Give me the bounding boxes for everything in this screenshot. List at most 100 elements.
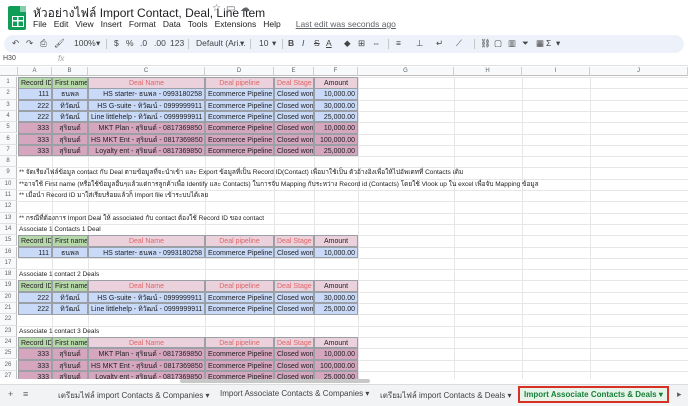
filter-icon[interactable]: ⏷	[522, 38, 529, 49]
table-cell[interactable]: 222	[18, 110, 52, 123]
add-sheet-icon[interactable]: +	[8, 389, 13, 399]
menu-tools[interactable]: Tools	[188, 19, 208, 29]
italic-icon[interactable]: I	[302, 38, 304, 48]
strikethrough-icon[interactable]: S	[314, 38, 320, 48]
table-cell[interactable]: สุริยนต์	[52, 370, 88, 379]
star-icon[interactable]: ☆	[212, 3, 221, 14]
table-cell[interactable]: Closed won	[274, 303, 314, 315]
sheet-grid[interactable]: A B C D E F G H I J 1 2 3 4 5 6 7 8 9 10 11 12 13 14 15 16 17 18 19 2…	[0, 67, 688, 379]
table-cell[interactable]: Ecommerce Pipeline	[205, 122, 274, 134]
sheet-tab-4[interactable]: Import Associate Contacts & Deals ▾	[518, 386, 669, 403]
table-cell[interactable]: 333	[18, 144, 52, 157]
increase-decimal-button[interactable]: .00	[154, 38, 166, 48]
table-cell[interactable]: 10,000.00	[314, 88, 358, 100]
row-header[interactable]: 21	[0, 303, 17, 315]
paint-format-icon[interactable]: 🖌	[54, 38, 65, 49]
table-cell[interactable]: HS MKT Ent - สุริยนต์ - 0817369850	[88, 133, 205, 145]
table-cell[interactable]: 100,000.00	[314, 133, 358, 145]
column-header-a[interactable]: A	[18, 67, 52, 76]
row-header[interactable]: 11	[0, 190, 17, 202]
sheet-tab-2[interactable]: Import Associate Contacts & Companies ▾	[220, 389, 369, 398]
fill-color-icon[interactable]: ◆	[344, 38, 351, 49]
row-header[interactable]: 19	[0, 280, 17, 292]
row-header[interactable]: 20	[0, 291, 17, 303]
table-cell[interactable]: Ecommerce Pipeline	[205, 246, 274, 258]
table-cell[interactable]: 111	[18, 246, 52, 258]
font-select[interactable]: Default (Ari...	[196, 38, 246, 48]
last-edit-link[interactable]: Last edit was seconds ago	[296, 19, 396, 29]
borders-icon[interactable]: ⊞	[358, 38, 365, 49]
row-header[interactable]: 6	[0, 133, 17, 145]
chart-icon[interactable]: ▥	[508, 38, 516, 49]
row-header[interactable]: 2	[0, 88, 17, 100]
row-header[interactable]: 10	[0, 178, 17, 190]
table-cell[interactable]: 25,000.00	[314, 303, 358, 315]
table-cell[interactable]: Ecommerce Pipeline	[205, 88, 274, 100]
table-cell[interactable]: Loyalty ent - สุริยนต์ - 0817369850	[88, 144, 205, 157]
table-cell[interactable]: Ecommerce Pipeline	[205, 99, 274, 112]
text-color-icon[interactable]: A	[326, 38, 332, 48]
row-header[interactable]: 24	[0, 336, 17, 349]
cloud-icon[interactable]: ☁	[240, 3, 250, 14]
menu-file[interactable]: File	[33, 19, 47, 29]
table-cell[interactable]: 10,000.00	[314, 348, 358, 360]
horizontal-scrollbar[interactable]	[180, 379, 370, 383]
percent-button[interactable]: %	[126, 38, 134, 48]
table-cell[interactable]: 333	[18, 122, 52, 134]
row-header[interactable]: 7	[0, 144, 17, 157]
functions-icon[interactable]: Σ	[546, 38, 551, 48]
column-header-i[interactable]: I	[522, 67, 590, 76]
link-icon[interactable]: ⛓	[480, 38, 491, 49]
menu-format[interactable]: Format	[129, 19, 156, 29]
table-cell[interactable]: Closed won	[274, 99, 314, 112]
table-cell[interactable]: 222	[18, 99, 52, 112]
table-cell[interactable]: Ecommerce Pipeline	[205, 110, 274, 123]
sheets-logo-icon[interactable]	[8, 6, 26, 30]
sheet-tab-3[interactable]: เตรียมไฟล์ import Contacts & Deals ▾	[380, 389, 512, 402]
table-cell[interactable]: 333	[18, 359, 52, 371]
table-cell[interactable]: MKT Plan - สุริยนต์ - 0817369850	[88, 122, 205, 134]
align-horizontal-icon[interactable]: ≡	[396, 38, 401, 48]
row-header[interactable]: 9	[0, 167, 17, 179]
row-header[interactable]: 17	[0, 257, 17, 270]
row-header[interactable]: 5	[0, 122, 17, 134]
table-cell[interactable]: HS G-suite - ทิวัฒน์ - 0999999911	[88, 99, 205, 112]
menu-help[interactable]: Help	[263, 19, 280, 29]
table-cell[interactable]: Closed won	[274, 348, 314, 360]
table-cell[interactable]: 333	[18, 133, 52, 145]
name-box[interactable]: H30	[3, 55, 43, 62]
table-cell[interactable]: 333	[18, 370, 52, 379]
table-cell[interactable]: 10,000.00	[314, 122, 358, 134]
row-header[interactable]: 16	[0, 246, 17, 258]
table-cell[interactable]: ทิวัฒน์	[52, 291, 88, 304]
table-cell[interactable]: HS G-suite - ทิวัฒน์ - 0999999911	[88, 291, 205, 304]
table-cell[interactable]: HS starter- ธนพล - 0993180258	[88, 88, 205, 100]
table-cell[interactable]: Ecommerce Pipeline	[205, 303, 274, 315]
table-cell[interactable]: 25,000.00	[314, 370, 358, 379]
row-header[interactable]: 1	[0, 77, 17, 89]
table-cell[interactable]: MKT Plan - สุริยนต์ - 0817369850	[88, 348, 205, 360]
text-wrap-icon[interactable]: ↵	[436, 38, 443, 49]
table-cell[interactable]: ทิวัฒน์	[52, 110, 88, 123]
table-cell[interactable]: Ecommerce Pipeline	[205, 359, 274, 371]
decrease-decimal-button[interactable]: .0	[140, 38, 147, 48]
row-header[interactable]: 23	[0, 325, 17, 337]
table-cell[interactable]: 25,000.00	[314, 144, 358, 157]
table-cell[interactable]: Closed won	[274, 370, 314, 379]
table-cell[interactable]: Ecommerce Pipeline	[205, 291, 274, 304]
menu-extensions[interactable]: Extensions	[215, 19, 257, 29]
table-cell[interactable]: 30,000.00	[314, 291, 358, 304]
align-vertical-icon[interactable]: ⊥	[416, 38, 423, 49]
table-cell[interactable]: HS starter- ธนพล - 0993180258	[88, 246, 205, 258]
menu-edit[interactable]: Edit	[54, 19, 69, 29]
undo-icon[interactable]: ↶	[12, 38, 19, 49]
table-cell[interactable]: 333	[18, 348, 52, 360]
table-cell[interactable]: HS MKT Ent - สุริยนต์ - 0817369850	[88, 359, 205, 371]
table-cell[interactable]: สุริยนต์	[52, 348, 88, 360]
table-cell[interactable]: Closed won	[274, 122, 314, 134]
table-cell[interactable]: Line littlehelp - ทิวัฒน์ - 0999999911	[88, 110, 205, 123]
table-cell[interactable]: 111	[18, 88, 52, 100]
table-cell[interactable]: ธนพล	[52, 88, 88, 100]
table-cell[interactable]: Closed won	[274, 133, 314, 145]
column-header-f[interactable]: F	[314, 67, 358, 76]
